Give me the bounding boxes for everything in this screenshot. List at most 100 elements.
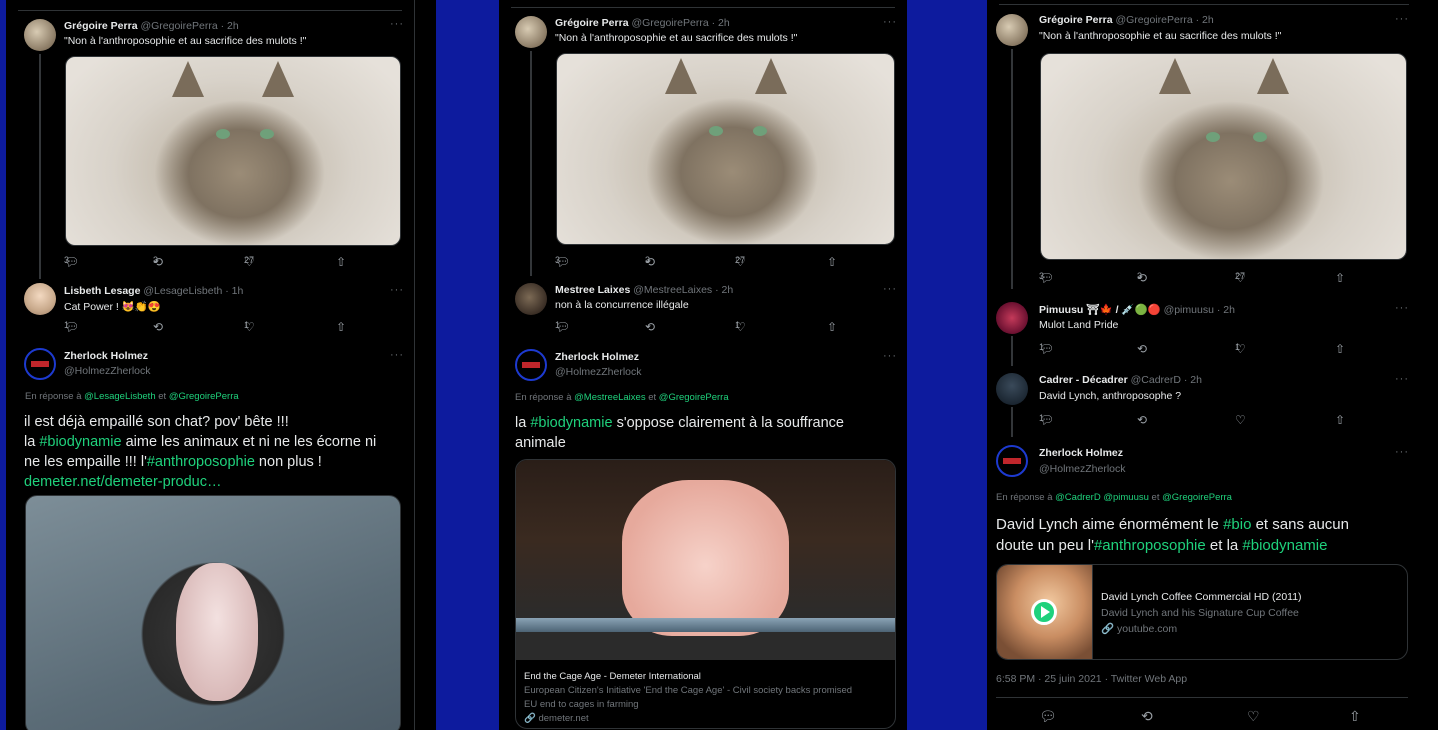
avatar[interactable] — [996, 14, 1028, 46]
text-span: non plus ! — [254, 454, 322, 470]
more-icon[interactable]: ··· — [883, 283, 897, 295]
author-handle: @LesageLisbeth · 1h — [143, 285, 244, 297]
tweet-body: il est déjà empaillé son chat? pov' bête… — [24, 412, 404, 492]
tweet-actions: 💬︎ 1 ⟲ ♡ 1 ⇧ — [1039, 342, 1369, 356]
avatar[interactable] — [24, 348, 56, 380]
tweet-actions: 💬︎ 3 ⟲ 3 ♡ 27 ⇧ — [1039, 271, 1369, 285]
author-handle: @HolmezZherlock — [555, 366, 642, 378]
more-icon[interactable]: ··· — [883, 350, 897, 362]
divider — [511, 7, 895, 8]
hashtag-link[interactable]: #anthroposophie — [1094, 537, 1206, 554]
chicken-image[interactable] — [25, 495, 401, 730]
tweet-line: animale — [515, 435, 566, 451]
divider — [996, 697, 1408, 698]
more-icon[interactable]: ··· — [390, 18, 404, 30]
card-description: European Citizen's Initiative 'End the C… — [524, 685, 853, 696]
mention-link[interactable]: @MestreeLaixes — [574, 392, 645, 403]
mention-link[interactable]: @GregoirePerra — [169, 391, 239, 402]
mention-link[interactable]: @GregoirePerra — [1162, 492, 1232, 503]
more-icon[interactable]: ··· — [1395, 302, 1409, 314]
cat-ear — [1257, 58, 1289, 94]
tweet-actions: 💬︎ 3 ⟲ 3 ♡ 27 ⇧ — [64, 255, 364, 269]
hashtag-link[interactable]: #biodynamie — [530, 415, 612, 431]
pig-shape — [622, 480, 789, 636]
author-name-text[interactable]: Pimuusu ⛩🍁 / 💉🟢🔴 — [1039, 304, 1161, 316]
more-icon[interactable]: ··· — [1395, 13, 1409, 25]
retweet-icon: ⟲ — [153, 320, 164, 334]
tweet-panel-1: Grégoire Perra @GregoirePerra · 2h ··· "… — [6, 0, 414, 730]
author-handle: @HolmezZherlock — [64, 365, 151, 377]
author-name-text[interactable]: Lisbeth Lesage — [64, 285, 140, 297]
tweet-panel-2: Grégoire Perra @GregoirePerra · 2h ··· "… — [499, 0, 907, 730]
reply-count: 3 — [1039, 271, 1045, 281]
cat-eye — [260, 129, 274, 139]
avatar[interactable] — [24, 19, 56, 51]
text-span: la — [515, 415, 531, 431]
tweet-text: David Lynch, anthroposophe ? — [1039, 390, 1182, 402]
more-icon[interactable]: ··· — [1395, 446, 1409, 458]
author-name[interactable]: Zherlock Holmez — [1039, 447, 1123, 459]
hashtag-link[interactable]: #biodynamie — [1242, 537, 1327, 554]
cat-image[interactable] — [556, 53, 895, 245]
cat-image[interactable] — [1040, 53, 1407, 260]
reply-label: En réponse à — [25, 391, 82, 402]
avatar[interactable] — [515, 349, 547, 381]
more-icon[interactable]: ··· — [883, 16, 897, 28]
mention-link[interactable]: @CadrerD — [1055, 492, 1101, 503]
share-icon: ⇧ — [1335, 413, 1346, 427]
mention-link[interactable]: @GregoirePerra — [659, 392, 729, 403]
reply-context: En réponse à @LesageLisbeth et @Gregoire… — [25, 391, 239, 402]
thread-line — [1011, 407, 1013, 437]
avatar[interactable] — [515, 16, 547, 48]
author-name[interactable]: Pimuusu ⛩🍁 / 💉🟢🔴 @pimuusu · 2h — [1039, 303, 1235, 316]
author-name-text[interactable]: Cadrer - Décadrer — [1039, 374, 1128, 386]
author-name-text[interactable]: Grégoire Perra — [64, 20, 138, 32]
author-name-text[interactable]: Grégoire Perra — [1039, 14, 1113, 26]
text-span: doute un peu l' — [996, 537, 1094, 554]
share-icon: ⇧ — [336, 320, 347, 334]
thread-line — [1011, 49, 1013, 289]
text-span: la — [24, 434, 40, 450]
avatar[interactable] — [996, 302, 1028, 334]
author-name[interactable]: Grégoire Perra @GregoirePerra · 2h — [1039, 14, 1214, 26]
author-name[interactable]: Cadrer - Décadrer @CadrerD · 2h — [1039, 374, 1202, 386]
author-name[interactable]: Lisbeth Lesage @LesageLisbeth · 1h — [64, 285, 243, 297]
cat-ear — [665, 58, 697, 94]
author-name-text[interactable]: Grégoire Perra — [555, 17, 629, 29]
author-name[interactable]: Mestree Laixes @MestreeLaixes · 2h — [555, 284, 733, 296]
avatar[interactable] — [996, 373, 1028, 405]
more-icon[interactable]: ··· — [390, 349, 404, 361]
url-link[interactable]: demeter.net/demeter-produc… — [24, 472, 404, 492]
cat-image[interactable] — [65, 56, 401, 246]
avatar[interactable] — [24, 283, 56, 315]
divider — [18, 10, 402, 11]
play-icon[interactable] — [1031, 599, 1057, 625]
tweet-timestamp[interactable]: 6:58 PM · 25 juin 2021 · Twitter Web App — [996, 673, 1187, 685]
text-span: et la — [1205, 537, 1243, 554]
text-span: ne les empaille !!! l' — [24, 454, 147, 470]
reply-context: En réponse à @MestreeLaixes et @Gregoire… — [515, 392, 729, 403]
tweet-line: il est déjà empaillé son chat? pov' bête… — [24, 414, 289, 430]
hashtag-link[interactable]: #bio — [1223, 516, 1251, 533]
tweet-actions: 💬︎ ⟲ ♡ ⇧ — [1039, 708, 1369, 724]
hashtag-link[interactable]: #anthroposophie — [147, 454, 255, 470]
link-card[interactable]: End the Cage Age - Demeter International… — [515, 459, 896, 729]
author-name[interactable]: Zherlock Holmez — [64, 350, 148, 362]
mention-link[interactable]: @pimuusu — [1103, 492, 1149, 503]
card-title: David Lynch Coffee Commercial HD (2011) — [1101, 591, 1302, 603]
avatar[interactable] — [996, 445, 1028, 477]
avatar[interactable] — [515, 283, 547, 315]
reply-context: En réponse à @CadrerD @pimuusu et @Grego… — [996, 492, 1232, 503]
author-name[interactable]: Grégoire Perra @GregoirePerra · 2h — [555, 17, 730, 29]
author-name[interactable]: Zherlock Holmez — [555, 351, 639, 363]
author-name-text[interactable]: Mestree Laixes — [555, 284, 630, 296]
more-icon[interactable]: ··· — [390, 284, 404, 296]
chicken-shape — [175, 562, 258, 701]
share-icon: ⇧ — [1335, 342, 1346, 356]
mention-link[interactable]: @LesageLisbeth — [84, 391, 155, 402]
more-icon[interactable]: ··· — [1395, 373, 1409, 385]
hashtag-link[interactable]: #biodynamie — [39, 434, 121, 450]
share-icon: ⇧ — [827, 320, 838, 334]
youtube-link-card[interactable]: David Lynch Coffee Commercial HD (2011) … — [996, 564, 1408, 660]
author-name[interactable]: Grégoire Perra @GregoirePerra · 2h — [64, 20, 239, 32]
